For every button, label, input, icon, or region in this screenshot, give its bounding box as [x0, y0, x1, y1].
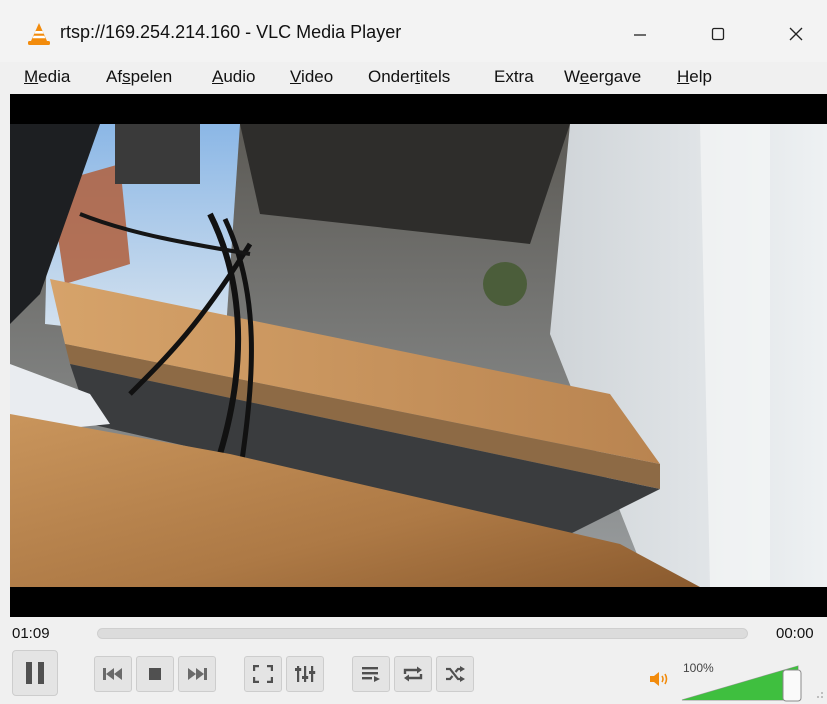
menu-extra[interactable]: Extra — [494, 67, 534, 87]
menu-bar: Media Afspelen Audio Video Ondertitels E… — [0, 62, 827, 94]
menu-afspelen[interactable]: Afspelen — [106, 67, 172, 87]
total-time[interactable]: 00:00 — [776, 625, 814, 642]
playlist-button[interactable] — [352, 656, 390, 692]
next-icon — [188, 668, 207, 680]
menu-audio[interactable]: Audio — [212, 67, 255, 87]
menu-ondertitels[interactable]: Ondertitels — [368, 67, 450, 87]
previous-button[interactable] — [94, 656, 132, 692]
loop-button[interactable] — [394, 656, 432, 692]
pause-icon — [26, 662, 44, 684]
stop-icon — [149, 668, 161, 680]
maximize-icon — [711, 27, 725, 41]
menu-weergave[interactable]: Weergave — [564, 67, 641, 87]
speaker-icon[interactable] — [648, 670, 670, 688]
fullscreen-button[interactable] — [244, 656, 282, 692]
menu-video[interactable]: Video — [290, 67, 333, 87]
shuffle-icon — [446, 666, 465, 682]
previous-icon — [103, 668, 122, 680]
menu-media[interactable]: Media — [24, 67, 70, 87]
control-bar: 100% — [0, 647, 827, 704]
minimize-button[interactable] — [610, 12, 670, 56]
playlist-icon — [362, 667, 380, 682]
pause-button[interactable] — [12, 650, 58, 696]
volume-slider[interactable] — [680, 663, 806, 703]
fullscreen-icon — [253, 665, 273, 683]
video-frame — [10, 94, 827, 617]
stop-button[interactable] — [136, 656, 174, 692]
close-button[interactable] — [766, 12, 826, 56]
extended-settings-button[interactable] — [286, 656, 324, 692]
video-display[interactable] — [10, 94, 827, 617]
next-button[interactable] — [178, 656, 216, 692]
seek-slider[interactable] — [97, 628, 748, 639]
title-bar: rtsp://169.254.214.160 - VLC Media Playe… — [0, 0, 827, 62]
elapsed-time: 01:09 — [12, 625, 50, 642]
resize-grip-icon[interactable] — [816, 691, 824, 699]
close-icon — [789, 27, 803, 41]
loop-icon — [403, 666, 423, 682]
shuffle-button[interactable] — [436, 656, 474, 692]
menu-help[interactable]: Help — [677, 67, 712, 87]
vlc-cone-icon — [28, 23, 50, 45]
minimize-icon — [634, 34, 646, 36]
maximize-button[interactable] — [688, 12, 748, 56]
time-bar: 01:09 00:00 — [0, 617, 827, 647]
extended-settings-icon — [295, 666, 316, 682]
window-title: rtsp://169.254.214.160 - VLC Media Playe… — [60, 22, 402, 42]
